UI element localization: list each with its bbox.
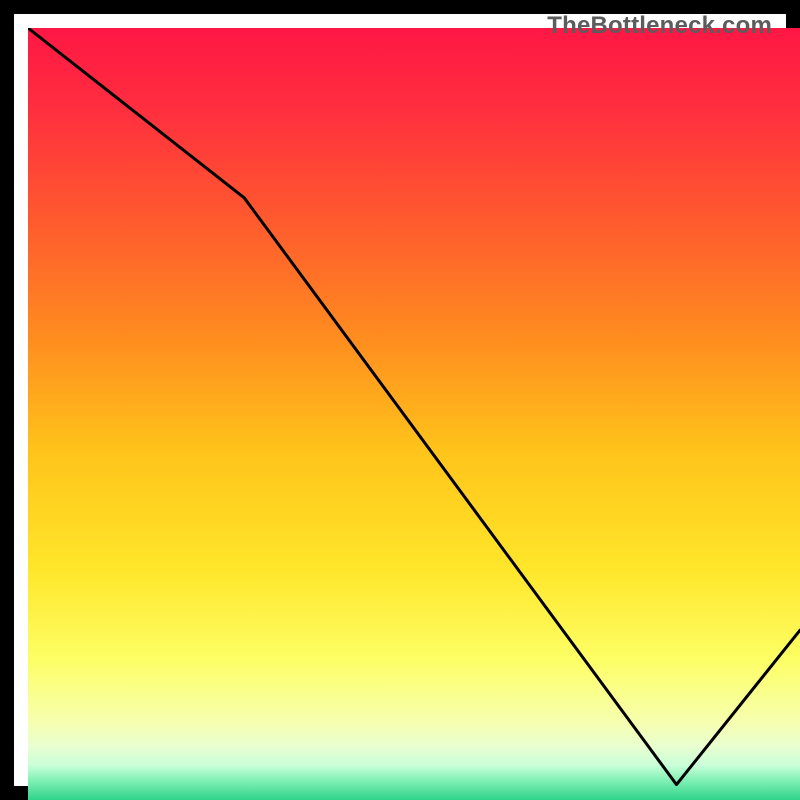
chart-frame: TheBottleneck.com <box>0 0 800 800</box>
plot-area <box>28 28 800 800</box>
chart-svg <box>28 28 800 800</box>
gradient-background <box>28 28 800 800</box>
watermark-text: TheBottleneck.com <box>547 12 772 40</box>
